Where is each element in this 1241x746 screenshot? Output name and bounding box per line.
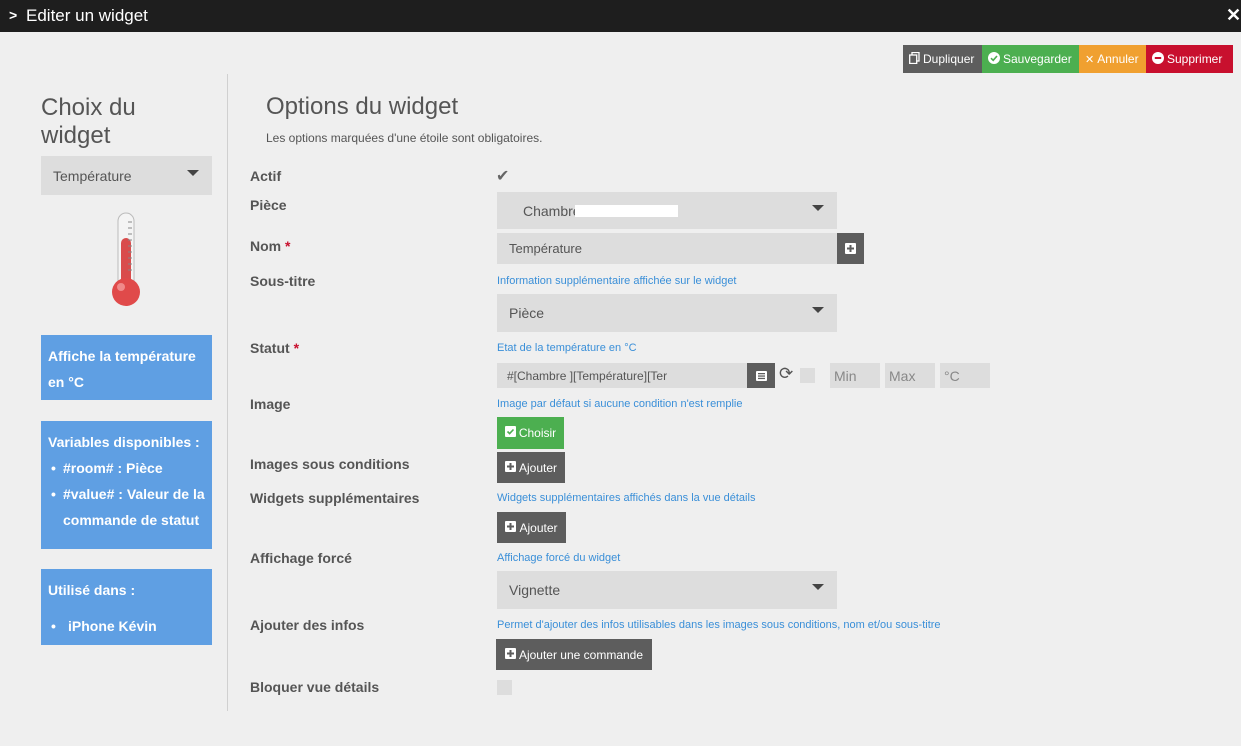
affichage-force-select[interactable]: Vignette [497, 571, 837, 609]
check-square-icon [504, 426, 516, 440]
list-item: #value# : Valeur de la commande de statu… [48, 481, 205, 533]
chevron-right-icon: > [9, 7, 18, 23]
window-title: Editer un widget [26, 6, 148, 25]
bloquer-label: Bloquer vue détails [250, 679, 380, 695]
options-title: Options du widget [266, 93, 459, 120]
minus-circle-icon [1152, 51, 1164, 67]
list-item: #room# : Pièce [48, 455, 205, 481]
used-in-title: Utilisé dans : [48, 582, 136, 598]
check-circle-icon [988, 51, 1000, 67]
add-image-condition-button[interactable]: Ajouter [497, 452, 565, 483]
piece-value: Chambre [523, 203, 581, 219]
save-button[interactable]: Sauvegarder [982, 45, 1079, 73]
images-cond-label: Images sous conditions [250, 456, 410, 472]
list-icon [755, 370, 767, 381]
add-widget-button[interactable]: Ajouter [497, 512, 566, 543]
plus-square-icon [504, 647, 516, 662]
duplicate-button[interactable]: Dupliquer [903, 45, 982, 73]
sous-titre-select[interactable]: Pièce [497, 294, 837, 332]
affichage-force-label: Affichage forcé [250, 550, 352, 566]
widget-description: Affiche la température en °C [48, 348, 196, 390]
ajouter-infos-label: Ajouter des infos [250, 617, 365, 633]
widget-choice-title: Choix du widget [41, 94, 136, 149]
nom-input[interactable]: Température [497, 233, 837, 264]
piece-label: Pièce [250, 197, 287, 213]
statut-list-button[interactable] [747, 363, 775, 388]
bloquer-checkbox[interactable] [497, 680, 512, 695]
sous-titre-value: Pièce [509, 305, 545, 321]
plus-square-icon [505, 520, 517, 535]
copy-icon [909, 51, 920, 67]
redaction-mask [575, 205, 678, 217]
plus-square-icon [845, 243, 856, 254]
min-input[interactable]: Min [830, 363, 880, 388]
options-subtitle: Les options marquées d'une étoile sont o… [266, 131, 543, 145]
column-divider [227, 74, 228, 711]
caret-down-icon [187, 170, 199, 176]
actif-checkbox[interactable]: ✔ [496, 166, 509, 186]
image-label: Image [250, 396, 291, 412]
affichage-force-value: Vignette [509, 582, 561, 598]
delete-button[interactable]: Supprimer [1146, 45, 1233, 73]
sous-titre-label: Sous-titre [250, 273, 316, 289]
caret-down-icon [812, 584, 824, 590]
variables-box: Variables disponibles : #room# : Pièce #… [41, 421, 212, 549]
caret-down-icon [812, 205, 824, 211]
add-command-button[interactable]: Ajouter une commande [496, 639, 652, 670]
save-label: Sauvegarder [1003, 52, 1072, 66]
caret-down-icon [812, 307, 824, 313]
statut-help: Etat de la température en °C [497, 342, 637, 354]
cancel-label: Annuler [1097, 52, 1139, 66]
delete-label: Supprimer [1167, 52, 1223, 66]
close-icon[interactable]: ✕ [1226, 5, 1241, 26]
variables-title: Variables disponibles : [48, 434, 200, 450]
list-item: iPhone Kévin [48, 613, 205, 639]
widget-type-value: Température [53, 168, 132, 184]
variables-list: #room# : Pièce #value# : Valeur de la co… [48, 455, 205, 533]
duplicate-label: Dupliquer [923, 52, 975, 66]
unit-input[interactable]: °C [940, 363, 990, 388]
statut-label: Statut * [250, 340, 300, 356]
widgets-supp-label: Widgets supplémentaires [250, 490, 420, 506]
statut-input[interactable]: #[Chambre ][Température][Ter [497, 363, 747, 388]
sous-titre-help: Information supplémentaire affichée sur … [497, 275, 737, 287]
actif-label: Actif [250, 168, 282, 184]
choose-image-button[interactable]: Choisir [497, 417, 564, 449]
nom-label: Nom * [250, 238, 291, 254]
cancel-button[interactable]: ✕ Annuler [1079, 45, 1146, 73]
widget-description-box: Affiche la température en °C [41, 335, 212, 400]
widgets-supp-help: Widgets supplémentaires affichés dans la… [497, 492, 756, 504]
widget-type-select[interactable]: Température [41, 156, 212, 195]
times-icon: ✕ [1085, 53, 1095, 66]
thermometer-icon [109, 212, 145, 310]
affichage-force-help: Affichage forcé du widget [497, 552, 621, 564]
refresh-icon[interactable]: ⟳ [779, 364, 793, 384]
used-in-box: Utilisé dans : iPhone Kévin [41, 569, 212, 645]
max-input[interactable]: Max [885, 363, 935, 388]
window-titlebar: > Editer un widget ✕ [0, 0, 1241, 32]
ajouter-infos-help: Permet d'ajouter des infos utilisables d… [497, 619, 941, 631]
image-help: Image par défaut si aucune condition n'e… [497, 398, 743, 410]
plus-square-icon [504, 460, 516, 475]
used-in-list: iPhone Kévin [48, 613, 205, 639]
nom-add-button[interactable] [837, 233, 864, 264]
statut-checkbox[interactable] [800, 368, 815, 383]
